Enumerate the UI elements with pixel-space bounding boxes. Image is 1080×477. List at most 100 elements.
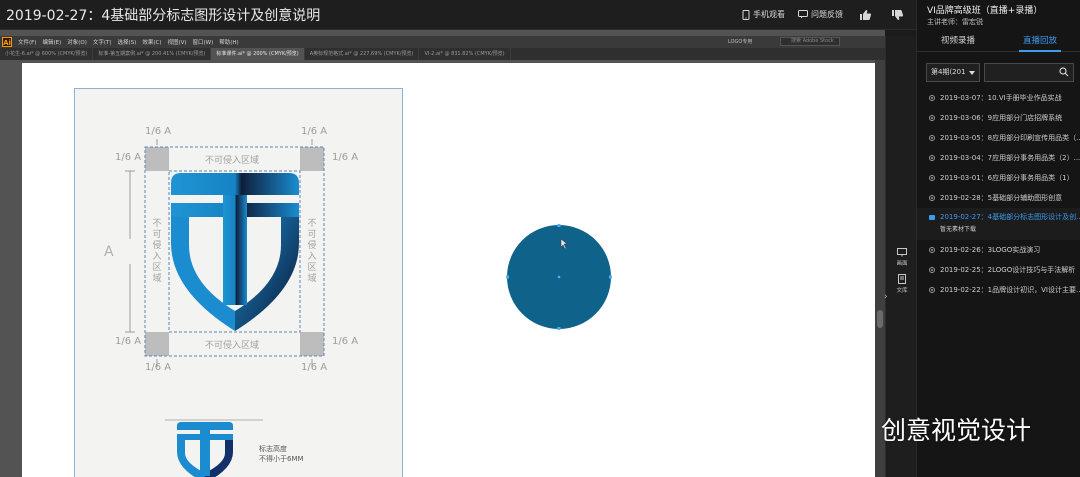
course-panel: VI品牌高级班（直播+录播） 主讲老师：雷宏锐 视频录播 直播回放 第4期(20… [916,0,1080,477]
lesson-item[interactable]: 2019-02-28：5基础部分辅助图形创意 [917,188,1080,208]
doc-tab-active[interactable]: 标准课件.ai* @ 200% (CMYK/预览) [211,48,305,60]
teacher-name: 主讲老师：雷宏锐 [927,18,983,26]
panel-tabs: 视频录播 直播回放 [917,30,1080,52]
menu-edit[interactable]: 编辑(E) [42,38,61,46]
video-title: 2019-02-27：4基础部分标志图形设计及创意说明 [6,8,321,24]
clear-zone-right-label: 不可侵入区域 [307,219,317,284]
feedback-label: 问题反馈 [811,10,843,19]
collapse-chevron-icon[interactable]: › [884,292,888,302]
lesson-label: 2019-02-28：5基础部分辅助图形创意 [940,194,1063,202]
thumb-up-icon[interactable] [858,8,872,22]
screen-button-label: 画面 [896,261,908,267]
period-select-value: 第4期(201 [931,68,966,76]
lesson-item[interactable]: 2019-02-22：1品牌设计初识，VI设计主要... [917,280,1080,300]
menu-type[interactable]: 文字(T) [93,38,112,46]
workspace-switcher[interactable]: LOGO专用 [728,38,752,45]
small-shield-logo [165,419,263,477]
fraction-label: 1/6 A [332,336,359,347]
docs-button[interactable]: 文库 [895,274,909,294]
measure-a-label: A [104,244,114,260]
fraction-label: 1/6 A [115,336,142,347]
min-size-note-line2: 不得小于6MM [259,455,304,463]
play-circle-icon [929,95,935,101]
selected-circle-shape[interactable] [506,224,612,330]
fraction-label: 1/6 A [301,126,328,137]
course-title: VI品牌高级班（直播+录播） [927,6,1043,16]
folder-icon [929,214,935,220]
feedback-button[interactable]: 问题反馈 [798,9,843,20]
fraction-label: 1/6 A [145,362,172,373]
logo-spec-sheet: 1/6 A 1/6 A 1/6 A 1/6 A 1/6 A 1/6 A 1/6 … [74,88,403,477]
menu-select[interactable]: 选择(S) [118,38,137,46]
clear-zone-top-label: 不可侵入区域 [205,156,260,166]
menu-file[interactable]: 文件(F) [18,38,36,46]
play-circle-icon [929,135,935,141]
lesson-item-active[interactable]: 2019-02-27：4基础部分标志图形设计及创... 暂无素材下载 [917,208,1080,240]
lesson-item[interactable]: 2019-03-04：7应用部分事务用品类（2）... [917,148,1080,168]
play-circle-icon [929,155,935,161]
illustrator-logo: Ai [2,37,12,47]
lesson-label: 2019-03-07：10.VI手册毕业作品实战 [940,94,1062,102]
menu-effect[interactable]: 效果(C) [142,38,161,46]
menu-help[interactable]: 帮助(H) [219,38,238,46]
mobile-watch-label: 手机观看 [753,10,785,19]
lesson-label: 2019-02-22：1品牌设计初识，VI设计主要... [940,286,1080,294]
artboard-canvas[interactable]: 1/6 A 1/6 A 1/6 A 1/6 A 1/6 A 1/6 A 1/6 … [22,63,875,477]
search-icon[interactable] [1059,67,1069,77]
document-icon [898,274,906,284]
thumb-down-icon[interactable] [890,8,904,22]
play-circle-icon [929,195,935,201]
lesson-label: 2019-03-06：9应用部分门店招牌系统 [940,114,1063,122]
min-size-note-line1: 标志高度 [259,445,287,453]
illustrator-menubar: Ai 文件(F) 编辑(E) 对象(O) 文字(T) 选择(S) 效果(C) 视… [0,36,885,48]
lesson-item[interactable]: 2019-02-25：2LOGO设计技巧与手法解析 [917,260,1080,280]
monitor-icon [897,248,907,257]
doc-tab[interactable]: VI-2.ai* @ 831.82% (CMYK/预览) [419,48,511,60]
lesson-search-input[interactable] [985,69,1057,86]
screen-button[interactable]: 画面 [895,248,909,267]
illustrator-window: Ai 文件(F) 编辑(E) 对象(O) 文字(T) 选择(S) 效果(C) 视… [0,30,885,477]
tab-recorded[interactable]: 视频录播 [917,30,999,51]
lesson-label: 2019-03-04：7应用部分事务用品类（2）... [940,154,1080,162]
menu-window[interactable]: 窗口(W) [193,38,214,46]
clear-zone-left-label: 不可侵入区域 [152,219,162,284]
lesson-item[interactable]: 2019-03-07：10.VI手册毕业作品实战 [917,88,1080,108]
tab-live-replay[interactable]: 直播回放 [999,30,1080,52]
menu-object[interactable]: 对象(O) [67,38,87,46]
fraction-label: 1/6 A [332,152,359,163]
scroll-thumb[interactable] [877,310,883,328]
lesson-item[interactable]: 2019-03-01：6应用部分事务用品类（1） [917,168,1080,188]
fraction-label: 1/6 A [145,126,172,137]
clear-zone-bottom-label: 不可侵入区域 [205,341,260,351]
play-circle-icon [929,287,935,293]
lesson-item[interactable]: 2019-03-05：8应用部分印刷宣传用品类（... [917,128,1080,148]
lesson-list: 2019-03-07：10.VI手册毕业作品实战 2019-03-06：9应用部… [917,88,1080,300]
lesson-label: 2019-02-25：2LOGO设计技巧与手法解析 [940,266,1076,274]
no-materials-note: 暂无素材下载 [940,226,977,233]
menu-view[interactable]: 视图(V) [167,38,186,46]
period-select[interactable]: 第4期(201 [926,63,980,82]
watermark: 创意视觉设计 [836,414,1032,445]
docs-button-label: 文库 [896,288,908,294]
screen: 2019-02-27：4基础部分标志图形设计及创意说明 手机观看 问题反馈 Ai… [0,0,1080,477]
play-circle-icon [929,115,935,121]
mobile-watch-button[interactable]: 手机观看 [742,9,785,20]
video-header: 2019-02-27：4基础部分标志图形设计及创意说明 手机观看 问题反馈 [0,0,916,30]
lesson-label: 2019-02-27：4基础部分标志图形设计及创... [940,213,1080,221]
shield-logo [171,173,299,331]
doc-tab[interactable]: 标准-第五期案例.ai* @ 200.41% (CMYK/预览) [93,48,212,60]
corner-box [145,147,169,171]
lesson-item[interactable]: 2019-02-26：3LOGO实战演习 [917,240,1080,260]
corner-box [145,332,169,356]
lesson-search[interactable] [984,63,1074,86]
caret-down-icon [969,71,975,75]
corner-box [300,147,324,171]
stock-search-input[interactable]: 搜索 Adobe Stock [780,37,840,46]
watermark-text: 创意视觉设计 [881,416,1032,445]
fraction-label: 1/6 A [115,152,142,163]
doc-tab[interactable]: A奥标规范格式.ai* @ 227.69% (CMYK/预览) [305,48,420,60]
doc-tab[interactable]: 小花生-6.ai* @ 600% (CMYK/预览) [0,48,94,60]
lesson-item[interactable]: 2019-03-06：9应用部分门店招牌系统 [917,108,1080,128]
chat-icon [798,10,808,19]
fraction-label: 1/6 A [301,362,328,373]
